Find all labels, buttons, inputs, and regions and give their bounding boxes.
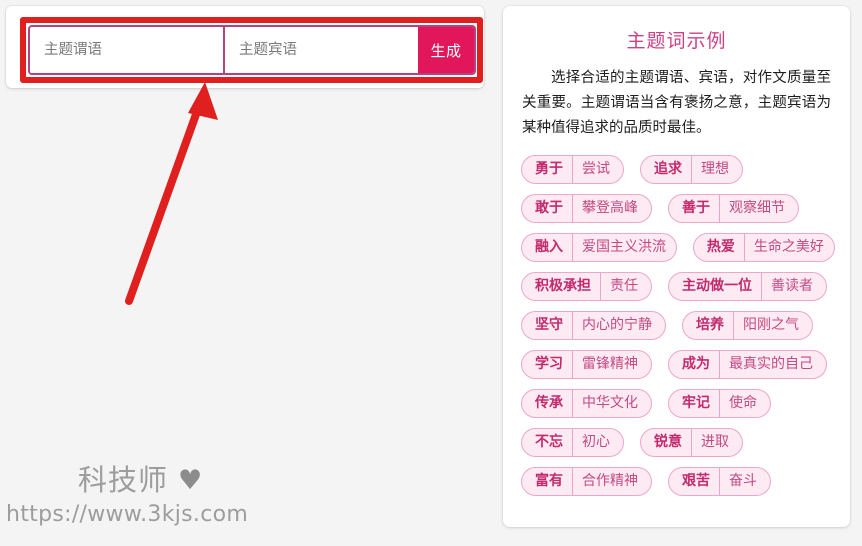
- examples-panel: 主题词示例 选择合适的主题谓语、宾语，对作文质量至关重要。主题谓语当含有褒扬之意…: [503, 6, 850, 527]
- example-tag[interactable]: 热爱 生命之美好: [692, 232, 835, 262]
- example-tag[interactable]: 敢于 攀登高峰: [521, 193, 652, 223]
- example-tag[interactable]: 融入 爱国主义洪流: [521, 232, 677, 262]
- example-tag-object: 初心: [572, 428, 623, 456]
- topic-form-card: 生成: [6, 6, 484, 88]
- example-tag-object: 生命之美好: [743, 233, 834, 261]
- example-tag-predicate: 主动做一位: [682, 278, 752, 295]
- example-tag[interactable]: 牢记 使命: [668, 388, 771, 418]
- example-tag-predicate: 融入: [535, 239, 563, 256]
- example-tag-row: 勇于 尝试 追求 理想: [521, 154, 835, 185]
- example-tag-object: 责任: [600, 272, 651, 300]
- example-tag-predicate: 成为: [682, 356, 710, 373]
- example-tag-row: 坚守 内心的宁静 培养 阳刚之气: [521, 310, 835, 341]
- example-tag-predicate: 牢记: [682, 395, 710, 412]
- example-tag-row: 不忘 初心 锐意 进取: [521, 427, 835, 458]
- example-tag-object: 尝试: [572, 155, 623, 183]
- example-tag[interactable]: 传承 中华文化: [521, 388, 652, 418]
- example-tag-object: 理想: [691, 155, 742, 183]
- heart-icon: ♥: [178, 465, 204, 496]
- example-tag[interactable]: 不忘 初心: [521, 427, 624, 457]
- example-tag-list: 勇于 尝试 追求 理想 敢于 攀登高峰 善于 观察细节 融入 爱国主义洪流 热爱 生命之美好 积极承担责…: [518, 154, 835, 497]
- example-tag-predicate: 锐意: [654, 434, 682, 451]
- example-tag-object: 阳刚之气: [733, 311, 812, 339]
- example-tag-object: 爱国主义洪流: [572, 233, 676, 261]
- topic-form-row: 生成: [28, 25, 476, 75]
- example-tag-predicate: 传承: [535, 395, 563, 412]
- example-tag[interactable]: 学习 雷锋精神: [521, 349, 652, 379]
- example-tag-row: 敢于 攀登高峰 善于 观察细节: [521, 193, 835, 224]
- example-tag-predicate: 积极承担: [535, 278, 591, 295]
- example-tag-object: 攀登高峰: [572, 194, 651, 222]
- example-tag-predicate: 不忘: [535, 434, 563, 451]
- watermark: 科技师 ♥ https://www.3kjs.com: [6, 466, 378, 526]
- example-tag-predicate: 勇于: [535, 161, 563, 178]
- generate-button[interactable]: 生成: [418, 27, 474, 73]
- example-tag-predicate: 热爱: [706, 239, 735, 256]
- watermark-url: https://www.3kjs.com: [6, 502, 249, 527]
- example-tag-predicate: 追求: [654, 161, 682, 178]
- example-tag-object: 奋斗: [719, 467, 770, 495]
- example-tag[interactable]: 勇于 尝试: [521, 154, 624, 184]
- example-tag-object: 合作精神: [572, 467, 651, 495]
- example-tag-object: 中华文化: [572, 389, 651, 417]
- example-tag-predicate: 富有: [535, 473, 563, 490]
- predicate-input[interactable]: [30, 27, 223, 73]
- example-tag[interactable]: 成为 最真实的自己: [668, 349, 827, 379]
- example-tag-predicate: 敢于: [535, 200, 563, 217]
- example-tag-predicate: 善于: [682, 200, 710, 217]
- example-tag[interactable]: 善于 观察细节: [668, 193, 799, 223]
- example-tag[interactable]: 艰苦 奋斗: [668, 466, 771, 496]
- example-tag-object: 内心的宁静: [572, 311, 665, 339]
- example-tag-row: 积极承担 责任 主动做一位 善读者: [521, 271, 835, 302]
- example-tag[interactable]: 富有 合作精神: [521, 466, 652, 496]
- example-tag[interactable]: 主动做一位 善读者: [668, 271, 827, 301]
- example-tag-object: 雷锋精神: [572, 350, 651, 378]
- example-tag-object: 进取: [691, 428, 742, 456]
- panel-description: 选择合适的主题谓语、宾语，对作文质量至关重要。主题谓语当含有褒扬之意，主题宾语为…: [522, 70, 831, 136]
- example-tag-row: 富有 合作精神 艰苦 奋斗: [521, 466, 835, 497]
- example-tag[interactable]: 追求 理想: [640, 154, 743, 184]
- example-tag-predicate: 坚守: [535, 317, 563, 334]
- example-tag-object: 最真实的自己: [719, 350, 826, 378]
- object-input[interactable]: [223, 27, 418, 73]
- example-tag[interactable]: 积极承担 责任: [521, 271, 652, 301]
- example-tag-object: 观察细节: [719, 194, 798, 222]
- example-tag-row: 传承 中华文化 牢记 使命: [521, 388, 835, 419]
- example-tag-predicate: 艰苦: [682, 473, 710, 490]
- example-tag-predicate: 培养: [696, 317, 724, 334]
- example-tag-object: 使命: [719, 389, 770, 417]
- example-tag-row: 融入 爱国主义洪流 热爱 生命之美好: [521, 232, 835, 263]
- example-tag[interactable]: 培养 阳刚之气: [682, 310, 813, 340]
- example-tag[interactable]: 锐意 进取: [640, 427, 743, 457]
- example-tag-predicate: 学习: [535, 356, 563, 373]
- example-tag-row: 学习 雷锋精神 成为 最真实的自己: [521, 349, 835, 380]
- watermark-brand-text: 科技师: [78, 463, 169, 497]
- panel-title: 主题词示例: [626, 30, 727, 52]
- watermark-brand-row: 科技师 ♥: [78, 466, 378, 495]
- example-tag-object: 善读者: [761, 272, 826, 300]
- example-tag[interactable]: 坚守 内心的宁静: [521, 310, 666, 340]
